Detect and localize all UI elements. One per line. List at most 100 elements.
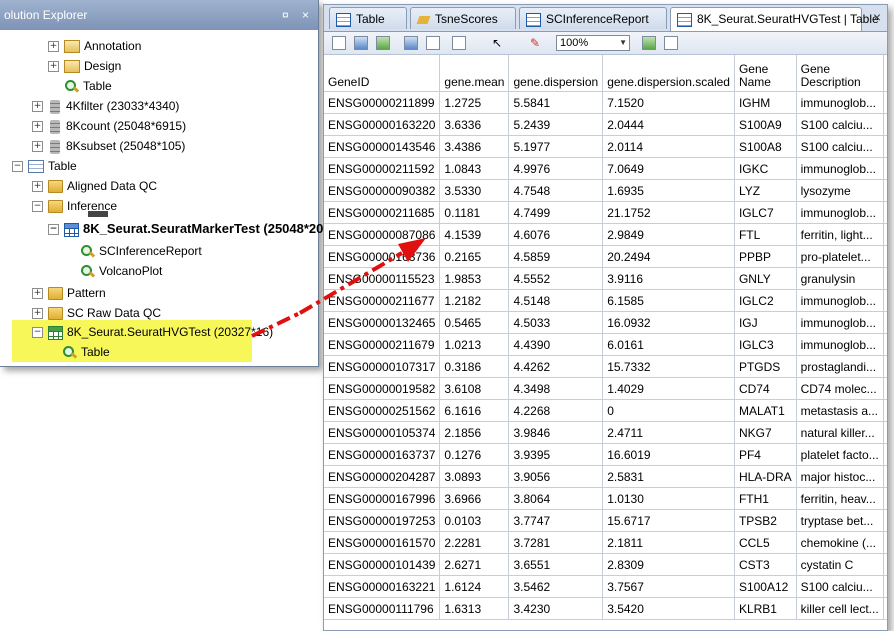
table-cell[interactable]: 3.5330 xyxy=(439,179,510,202)
table-cell[interactable]: 3.4230 xyxy=(508,597,604,620)
table-row[interactable]: ENSG00000163737 0.1276 3.9395 16.6019 PF4 pla… xyxy=(324,443,887,466)
table-cell[interactable]: ENSG00000161570 xyxy=(324,531,441,554)
column-header[interactable]: gene.mean xyxy=(439,55,510,92)
table-cell[interactable]: 2.8309 xyxy=(602,553,735,576)
table-row[interactable]: ENSG00000111796 1.6313 3.4230 3.5420 KLRB1 ki… xyxy=(324,597,887,620)
table-cell[interactable]: 1 xyxy=(883,113,887,136)
pointer-icon[interactable]: ↖ xyxy=(492,36,506,50)
table-row[interactable]: ENSG00000087086 4.1539 4.6076 2.9849 FTL ferr… xyxy=(324,223,887,246)
table-cell[interactable]: granulysin xyxy=(796,267,884,290)
table-cell[interactable]: PPBP xyxy=(734,245,797,268)
table-cell[interactable]: ENSG00000197253 xyxy=(324,509,441,532)
table-cell[interactable]: immunoglob... xyxy=(796,91,884,114)
table-cell[interactable]: HLA-DRA xyxy=(734,465,797,488)
table-cell[interactable]: 3 xyxy=(883,553,887,576)
table-cell[interactable]: 1.2182 xyxy=(439,289,510,312)
table-cell[interactable]: CD74 molec... xyxy=(796,377,884,400)
fit-to-window-icon[interactable] xyxy=(664,36,678,50)
table-cell[interactable]: 3.7747 xyxy=(508,509,604,532)
expand-icon[interactable]: + xyxy=(32,121,43,133)
table-cell[interactable]: 4.4390 xyxy=(508,333,604,356)
table-cell[interactable]: IGLC3 xyxy=(734,333,797,356)
table-cell[interactable]: S100 calciu... xyxy=(796,575,884,598)
table-cell[interactable]: 2.4711 xyxy=(602,421,735,444)
tree-item-8ksubset[interactable]: +8Ksubset (25048*105) xyxy=(32,136,185,156)
table-cell[interactable]: 16.6019 xyxy=(602,443,735,466)
tree-item-8kcount[interactable]: +8Kcount (25048*6915) xyxy=(32,116,186,136)
table-cell[interactable]: ENSG00000163220 xyxy=(324,113,441,136)
table-cell[interactable]: 4.5033 xyxy=(508,311,604,334)
table-cell[interactable]: 2.0444 xyxy=(602,113,735,136)
table-cell[interactable]: 3.8064 xyxy=(508,487,604,510)
table-row[interactable]: ENSG00000167996 3.6966 3.8064 1.0130 FTH1 fer… xyxy=(324,487,887,510)
table-cell[interactable]: S100A9 xyxy=(734,113,797,136)
tree-item-seurat-hvg-test[interactable]: − 8K_Seurat.SeuratHVGTest (20327*16) xyxy=(32,322,273,342)
tree-item-table-group[interactable]: − Table xyxy=(12,156,77,176)
table-cell[interactable]: 4.4262 xyxy=(508,355,604,378)
column-header[interactable]: Tra xyxy=(883,55,887,92)
table-cell[interactable]: PTGDS xyxy=(734,355,797,378)
tree-item-inference[interactable]: − Inference xyxy=(32,196,117,216)
table-row[interactable]: ENSG00000163220 3.6336 5.2439 2.0444 S100A9 S… xyxy=(324,113,887,136)
table-cell[interactable]: ENSG00000087086 xyxy=(324,223,441,246)
table-cell[interactable]: IGLC7 xyxy=(734,201,797,224)
expand-icon[interactable]: + xyxy=(48,61,59,73)
table-cell[interactable]: 15.7332 xyxy=(602,355,735,378)
table-cell[interactable]: 11 xyxy=(883,355,887,378)
table-cell[interactable]: 2 xyxy=(883,465,887,488)
table-row[interactable]: ENSG00000251562 6.1616 4.2268 0 MALAT1 metast… xyxy=(324,399,887,422)
table-cell[interactable]: 1 xyxy=(883,289,887,312)
table-cell[interactable]: 2.6271 xyxy=(439,553,510,576)
table-cell[interactable]: major histoc... xyxy=(796,465,884,488)
table-row[interactable]: ENSG00000105374 2.1856 3.9846 2.4711 NKG7 nat… xyxy=(324,421,887,444)
table-cell[interactable]: 7.1520 xyxy=(602,91,735,114)
tab-tsnescores[interactable]: TsneScores xyxy=(410,7,516,29)
table-cell[interactable]: 2.9849 xyxy=(602,223,735,246)
table-cell[interactable]: ENSG00000143546 xyxy=(324,135,441,158)
table-cell[interactable]: cystatin C xyxy=(796,553,884,576)
table-row[interactable]: ENSG00000163221 1.6124 3.5462 3.7567 S100A12… xyxy=(324,575,887,598)
table-cell[interactable]: 1 xyxy=(883,157,887,180)
tree-item-aligned-data-qc[interactable]: + Aligned Data QC xyxy=(32,176,157,196)
table-cell[interactable]: NKG7 xyxy=(734,421,797,444)
table-cell[interactable]: 1 xyxy=(883,201,887,224)
table-cell[interactable]: 3.7281 xyxy=(508,531,604,554)
table-cell[interactable]: 0.1181 xyxy=(439,201,510,224)
table-cell[interactable]: immunoglob... xyxy=(796,311,884,334)
table-cell[interactable]: 12 xyxy=(883,377,887,400)
table-cell[interactable]: 2.0114 xyxy=(602,135,735,158)
marker-icon[interactable]: ✎ xyxy=(530,36,544,50)
table-cell[interactable]: 3 xyxy=(883,135,887,158)
table-cell[interactable]: 1 xyxy=(883,91,887,114)
close-tab-icon[interactable]: × xyxy=(873,9,881,25)
table-cell[interactable]: natural killer... xyxy=(796,421,884,444)
table-cell[interactable]: MALAT1 xyxy=(734,399,797,422)
table-row[interactable]: ENSG00000161570 2.2281 3.7281 2.1811 CCL5 che… xyxy=(324,531,887,554)
table-cell[interactable]: 0.5465 xyxy=(439,311,510,334)
tree-item-table[interactable]: Table xyxy=(64,76,112,96)
table-row[interactable]: ENSG00000204287 3.0893 3.9056 2.5831 HLA-DRA… xyxy=(324,465,887,488)
table-cell[interactable]: 0.2165 xyxy=(439,245,510,268)
table-cell[interactable]: 3.5420 xyxy=(602,597,735,620)
expand-icon[interactable]: + xyxy=(32,288,43,300)
export-icon[interactable] xyxy=(376,36,390,50)
table-cell[interactable]: ENSG00000163736 xyxy=(324,245,441,268)
table-cell[interactable]: FTH1 xyxy=(734,487,797,510)
table-cell[interactable]: 3 xyxy=(883,531,887,554)
table-cell[interactable]: ENSG00000167996 xyxy=(324,487,441,510)
expand-icon[interactable]: + xyxy=(32,308,43,320)
table-cell[interactable]: immunoglob... xyxy=(796,201,884,224)
table-row[interactable]: ENSG00000163736 0.2165 4.5859 20.2494 PPBP pr… xyxy=(324,245,887,268)
table-row[interactable]: ENSG00000115523 1.9853 4.5552 3.9116 GNLY gra… xyxy=(324,267,887,290)
table-cell[interactable]: 1 xyxy=(883,597,887,620)
table-cell[interactable]: IGJ xyxy=(734,311,797,334)
table-cell[interactable]: lysozyme xyxy=(796,179,884,202)
table-row[interactable]: ENSG00000019582 3.6108 4.3498 1.4029 CD74 CD7… xyxy=(324,377,887,400)
column-header[interactable]: gene.dispersion xyxy=(508,55,604,92)
table-cell[interactable]: ferritin, heav... xyxy=(796,487,884,510)
tab-scinference-report[interactable]: SCInferenceReport xyxy=(519,7,667,29)
table-cell[interactable]: 5.2439 xyxy=(508,113,604,136)
table-cell[interactable]: ENSG00000211679 xyxy=(324,333,441,356)
table-cell[interactable]: 1 xyxy=(883,333,887,356)
expand-icon[interactable]: + xyxy=(32,141,43,153)
